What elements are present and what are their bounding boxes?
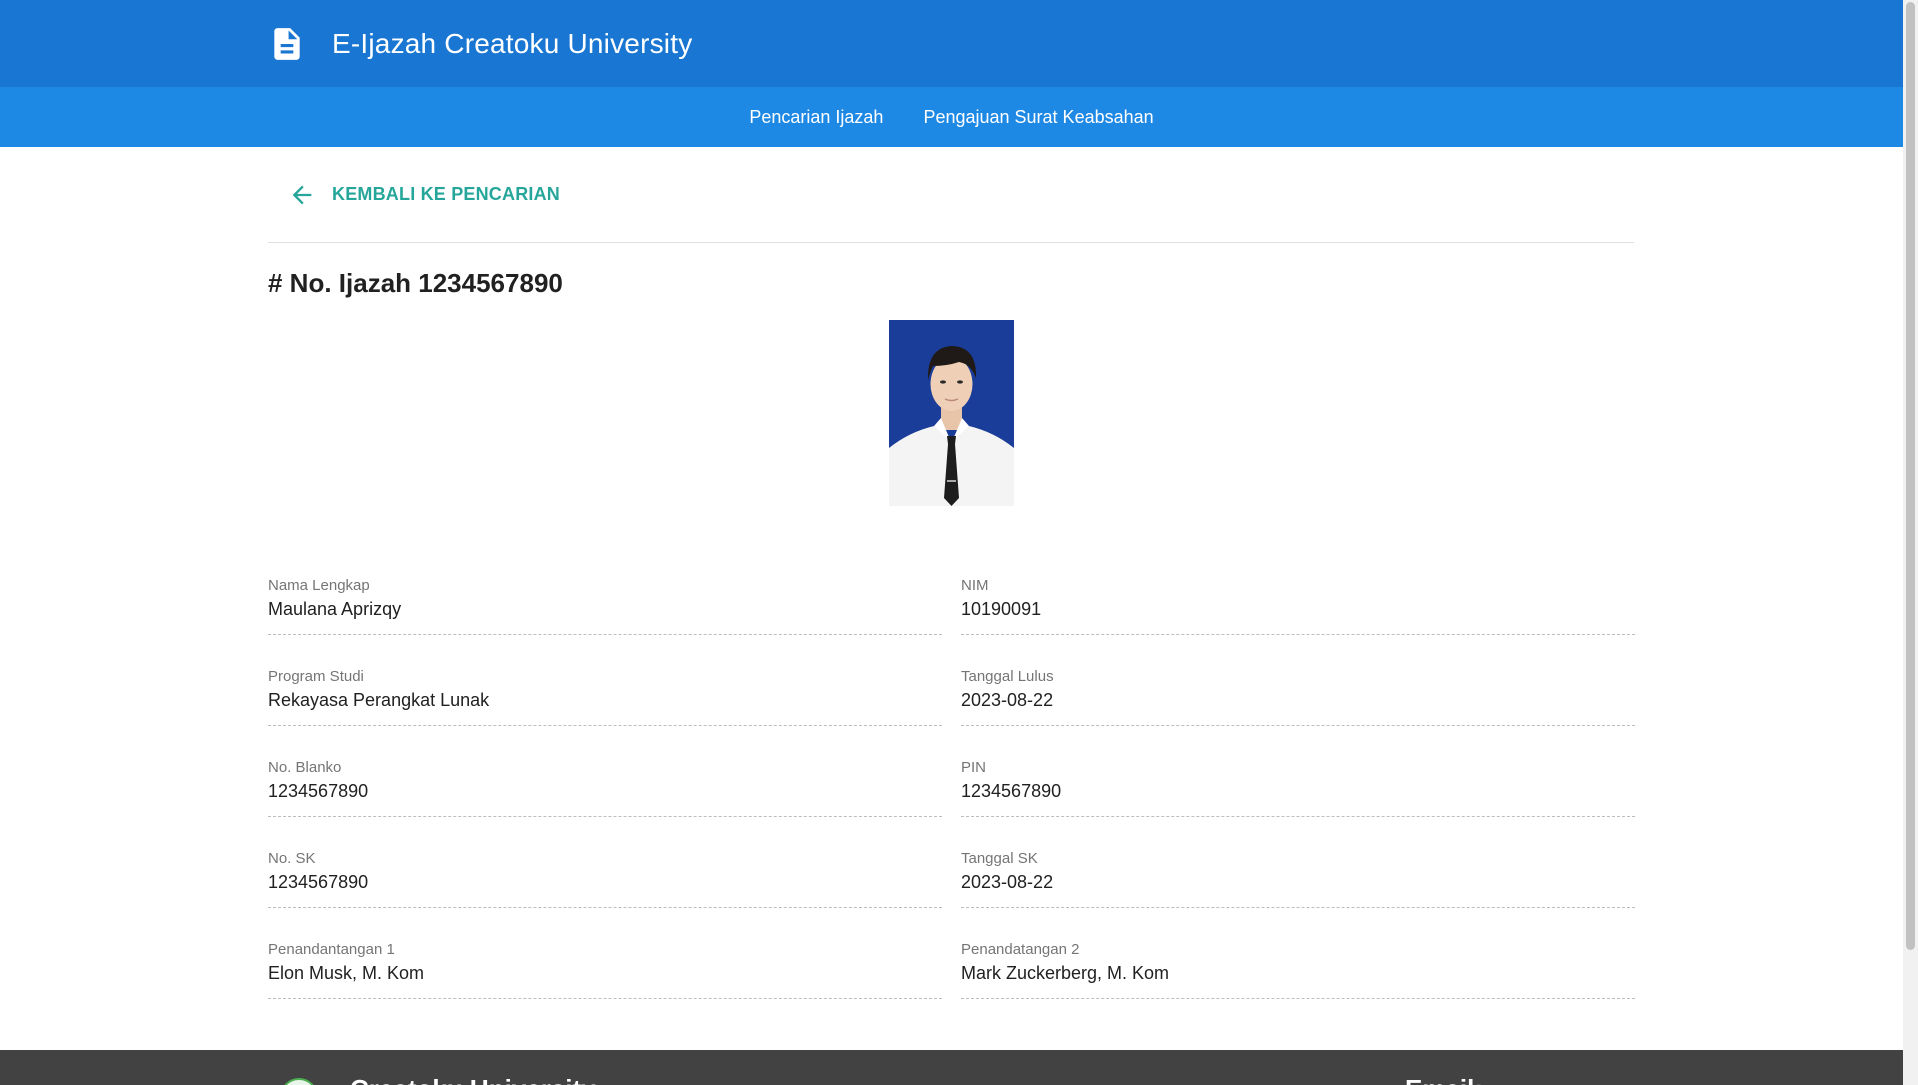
back-button-label: KEMBALI KE PENCARIAN xyxy=(332,184,561,204)
footer-university-name: Creatoku University xyxy=(350,1074,596,1085)
field-tanggal-lulus: Tanggal Lulus 2023-08-22 xyxy=(961,667,1635,726)
arrow-left-icon xyxy=(292,185,312,204)
scrollbar-thumb[interactable] xyxy=(1906,2,1915,950)
page-scrollbar[interactable] xyxy=(1903,0,1918,1085)
field-value: Mark Zuckerberg, M. Kom xyxy=(961,963,1170,983)
field-nama-lengkap: Nama Lengkap Maulana Aprizqy xyxy=(268,576,942,635)
field-label: Tanggal SK xyxy=(961,850,1038,867)
field-label: Penandatangan 2 xyxy=(961,941,1080,958)
field-label: PIN xyxy=(961,759,987,776)
top-app-bar: E-Ijazah Creatoku University xyxy=(0,0,1903,87)
field-pin: PIN 1234567890 xyxy=(961,758,1635,817)
diploma-details: Nama Lengkap Maulana Aprizqy NIM 1019009… xyxy=(268,576,1635,1031)
field-label: Program Studi xyxy=(268,668,364,685)
field-no-blanko: No. Blanko 1234567890 xyxy=(268,758,942,817)
field-label: Tanggal Lulus xyxy=(961,668,1054,685)
field-value: 1234567890 xyxy=(961,781,1062,801)
brand: E-Ijazah Creatoku University xyxy=(268,24,692,64)
university-logo xyxy=(280,1078,318,1085)
footer: Creatoku University Email: xyxy=(0,1050,1903,1085)
photo-container xyxy=(268,320,1634,506)
field-value: Elon Musk, M. Kom xyxy=(268,963,425,983)
nav-item-pengajuan-surat[interactable]: Pengajuan Surat Keabsahan xyxy=(923,99,1153,136)
field-label: No. SK xyxy=(268,850,316,867)
field-value: 2023-08-22 xyxy=(961,690,1054,710)
field-value: 1234567890 xyxy=(268,872,369,892)
field-program-studi: Program Studi Rekayasa Perangkat Lunak xyxy=(268,667,942,726)
field-penandatangan-1: Penandantangan 1 Elon Musk, M. Kom xyxy=(268,940,942,999)
field-label: NIM xyxy=(961,577,989,594)
app-root: E-Ijazah Creatoku University Pencarian I… xyxy=(0,0,1903,1085)
page-title: # No. Ijazah 1234567890 xyxy=(268,268,563,298)
field-value: Maulana Aprizqy xyxy=(268,599,402,619)
field-nim: NIM 10190091 xyxy=(961,576,1635,635)
document-icon xyxy=(274,27,300,60)
field-label: Nama Lengkap xyxy=(268,577,370,594)
footer-email-heading: Email: xyxy=(1405,1074,1483,1085)
field-tanggal-sk: Tanggal SK 2023-08-22 xyxy=(961,849,1635,908)
app-title: E-Ijazah Creatoku University xyxy=(332,27,693,59)
back-row: KEMBALI KE PENCARIAN xyxy=(268,147,1634,243)
field-value: 10190091 xyxy=(961,599,1042,619)
field-value: 1234567890 xyxy=(268,781,369,801)
student-photo xyxy=(888,320,1014,506)
field-no-sk: No. SK 1234567890 xyxy=(268,849,942,908)
field-penandatangan-2: Penandatangan 2 Mark Zuckerberg, M. Kom xyxy=(961,940,1635,999)
back-to-search-button[interactable]: KEMBALI KE PENCARIAN xyxy=(288,181,560,209)
nav-item-pencarian-ijazah[interactable]: Pencarian Ijazah xyxy=(749,99,883,136)
field-label: Penandantangan 1 xyxy=(268,941,395,958)
field-value: 2023-08-22 xyxy=(961,872,1054,892)
field-value: Rekayasa Perangkat Lunak xyxy=(268,690,490,710)
field-label: No. Blanko xyxy=(268,759,342,776)
nav-bar: Pencarian Ijazah Pengajuan Surat Keabsah… xyxy=(0,87,1903,147)
main-content: KEMBALI KE PENCARIAN # No. Ijazah 123456… xyxy=(268,147,1635,1031)
